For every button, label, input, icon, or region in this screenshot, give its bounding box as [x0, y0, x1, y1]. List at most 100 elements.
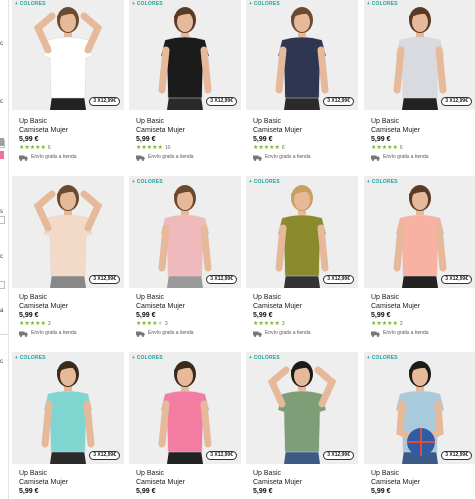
colores-tag[interactable]: + COLORES [15, 1, 46, 7]
product-name[interactable]: Camiseta Mujer [253, 126, 311, 135]
product-info: Up Basic Camiseta Mujer 5,99 € [19, 469, 68, 496]
shipping-info: Envío gratis a tienda [136, 153, 194, 162]
product-name[interactable]: Camiseta Mujer [19, 478, 68, 487]
colores-tag[interactable]: + COLORES [132, 1, 163, 7]
colores-tag[interactable]: + COLORES [367, 179, 398, 185]
promo-badge: 3 X12,99€ [441, 451, 472, 460]
truck-icon [253, 155, 262, 161]
colores-tag[interactable]: + COLORES [132, 179, 163, 185]
rating[interactable]: ★★★★★ 3 [136, 320, 194, 329]
product-brand[interactable]: Up Basic [253, 469, 302, 478]
product-name[interactable]: Camiseta Mujer [253, 478, 302, 487]
product-card[interactable]: + COLORES 3 X12,99€ Up Basic Camiseta Mujer… [364, 0, 475, 170]
product-name[interactable]: Camiseta Mujer [136, 478, 185, 487]
model-photo [393, 185, 447, 288]
promo-badge: 3 X12,99€ [323, 97, 354, 106]
product-name[interactable]: Camiseta Mujer [19, 302, 77, 311]
product-card[interactable]: + COLORES 3 X12,99€ Up Basic Camiseta Mujer… [364, 352, 475, 499]
product-card[interactable]: + COLORES 3 X12,99€ Up Basic Camiseta Mujer… [129, 352, 241, 499]
product-image[interactable]: + COLORES 3 X12,99€ [364, 0, 475, 110]
star-rating-icon: ★★★★★ [253, 145, 280, 151]
rating[interactable]: ★★★★★ 6 [19, 144, 77, 153]
product-image[interactable]: + COLORES 3 X12,99€ [129, 0, 241, 110]
product-card[interactable]: 3 X12,99€ Up Basic Camiseta Mujer 5,99 € ★★★… [12, 176, 124, 346]
colores-tag[interactable]: + COLORES [367, 355, 398, 361]
colores-tag[interactable]: + COLORES [249, 179, 280, 185]
colores-tag[interactable]: + COLORES [367, 1, 398, 7]
product-card[interactable]: + COLORES 3 X12,99€ Up Basic Camiseta Mujer… [246, 352, 358, 499]
star-rating-icon: ★★★★★ [19, 321, 46, 327]
product-name[interactable]: Camiseta Mujer [253, 302, 311, 311]
product-card[interactable]: + COLORES 3 X12,99€ Up Basic Camiseta Mujer… [364, 176, 475, 346]
review-count: 6 [281, 145, 285, 151]
colores-tag[interactable]: + COLORES [15, 355, 46, 361]
product-image[interactable]: + COLORES 3 X12,99€ [129, 176, 241, 288]
product-name[interactable]: Camiseta Mujer [136, 302, 194, 311]
product-card[interactable]: + COLORES 3 X12,99€ Up Basic Camiseta Mujer… [129, 176, 241, 346]
product-image[interactable]: + COLORES 3 X12,99€ [246, 176, 358, 288]
color-swatch-grey[interactable] [0, 138, 4, 146]
filter-fragment[interactable]: c [0, 40, 3, 48]
promo-badge: 3 X12,99€ [323, 275, 354, 284]
product-image[interactable]: + COLORES 3 X12,99€ [246, 0, 358, 110]
product-info: Up Basic Camiseta Mujer 5,99 € ★★★★★ 6 Envío … [371, 117, 429, 162]
product-brand[interactable]: Up Basic [371, 117, 429, 126]
rating[interactable]: ★★★★★ 6 [371, 144, 429, 153]
product-card[interactable]: + COLORES 3 X12,99€ Up Basic Camiseta Mujer… [129, 0, 241, 170]
product-image[interactable]: + COLORES 3 X12,99€ [364, 352, 475, 464]
product-card[interactable]: + COLORES 3 X12,99€ Up Basic Camiseta Mujer… [246, 0, 358, 170]
filter-fragment[interactable]: c [0, 253, 3, 261]
colores-tag[interactable]: + COLORES [249, 355, 280, 361]
product-card[interactable]: + COLORES 3 X12,99€ Up Basic Camiseta Mujer… [12, 0, 124, 170]
product-brand[interactable]: Up Basic [136, 469, 185, 478]
product-name[interactable]: Camiseta Mujer [371, 302, 429, 311]
product-image[interactable]: + COLORES 3 X12,99€ [364, 176, 475, 288]
product-info: Up Basic Camiseta Mujer 5,99 € ★★★★★ 2 Envío … [371, 293, 429, 338]
product-card[interactable]: + COLORES 3 X12,99€ Up Basic Camiseta Mujer… [246, 176, 358, 346]
shipping-text: Envío gratis a tienda [383, 154, 429, 160]
product-name[interactable]: Camiseta Mujer [136, 126, 194, 135]
product-brand[interactable]: Up Basic [253, 117, 311, 126]
product-brand[interactable]: Up Basic [19, 293, 77, 302]
product-card[interactable]: + COLORES 3 X12,99€ Up Basic Camiseta Mujer… [12, 352, 124, 499]
promo-badge: 3 X12,99€ [89, 451, 120, 460]
filter-checkbox[interactable] [0, 216, 5, 224]
product-grid: + COLORES 3 X12,99€ Up Basic Camiseta Mujer… [12, 0, 475, 499]
product-brand[interactable]: Up Basic [19, 469, 68, 478]
product-price: 5,99 € [253, 488, 273, 495]
rating[interactable]: ★★★★★ 3 [253, 320, 311, 329]
product-brand[interactable]: Up Basic [253, 293, 311, 302]
filter-fragment[interactable]: c [0, 98, 3, 106]
product-image[interactable]: + COLORES 3 X12,99€ [246, 352, 358, 464]
product-image[interactable]: 3 X12,99€ [12, 176, 124, 288]
model-photo [267, 361, 337, 464]
colores-tag[interactable]: + COLORES [132, 355, 163, 361]
shipping-text: Envío gratis a tienda [265, 330, 311, 336]
filter-fragment[interactable]: c [0, 358, 3, 366]
product-image[interactable]: + COLORES 3 X12,99€ [129, 352, 241, 464]
product-image[interactable]: + COLORES 3 X12,99€ [12, 352, 124, 464]
colores-tag[interactable]: + COLORES [249, 1, 280, 7]
model-photo [33, 185, 103, 288]
product-name[interactable]: Camiseta Mujer [19, 126, 77, 135]
filter-checkbox[interactable] [0, 281, 5, 289]
color-swatch-pink[interactable] [0, 151, 4, 159]
rating[interactable]: ★★★★★ 3 [19, 320, 77, 329]
product-brand[interactable]: Up Basic [371, 469, 420, 478]
product-brand[interactable]: Up Basic [19, 117, 77, 126]
product-brand[interactable]: Up Basic [371, 293, 429, 302]
rating[interactable]: ★★★★★ 2 [371, 320, 429, 329]
product-brand[interactable]: Up Basic [136, 117, 194, 126]
product-name[interactable]: Camiseta Mujer [371, 126, 429, 135]
model-photo [158, 361, 212, 464]
rating[interactable]: ★★★★★ 6 [253, 144, 311, 153]
product-image[interactable]: + COLORES 3 X12,99€ [12, 0, 124, 110]
product-name[interactable]: Camiseta Mujer [371, 478, 420, 487]
promo-badge: 3 X12,99€ [89, 275, 120, 284]
filter-fragment[interactable]: a [0, 307, 3, 315]
star-rating-icon: ★★★★★ [19, 145, 46, 151]
rating[interactable]: ★★★★★ 10 [136, 144, 194, 153]
model-photo [393, 7, 447, 110]
filter-fragment[interactable]: s [0, 208, 3, 216]
product-brand[interactable]: Up Basic [136, 293, 194, 302]
